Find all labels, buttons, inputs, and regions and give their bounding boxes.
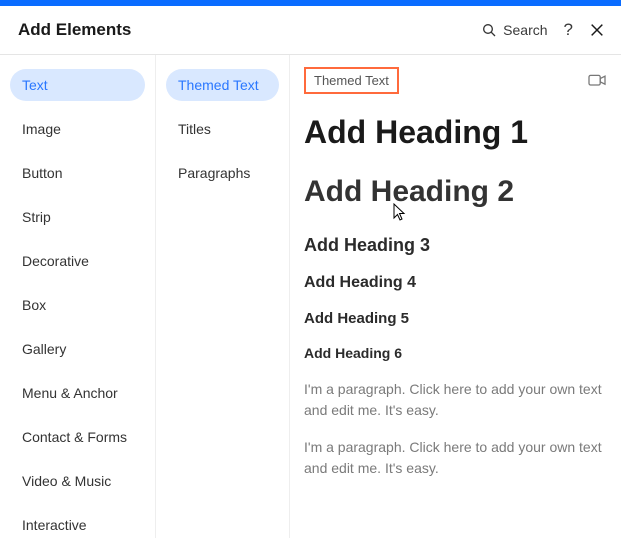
section-label: Themed Text (304, 67, 399, 94)
category-text[interactable]: Text (10, 69, 145, 101)
subcategory-list: Themed Text Titles Paragraphs (156, 55, 290, 538)
category-interactive[interactable]: Interactive (10, 509, 145, 538)
search-icon (481, 22, 497, 38)
element-heading-3[interactable]: Add Heading 3 (304, 235, 607, 256)
subcategory-paragraphs[interactable]: Paragraphs (166, 157, 279, 189)
subcategory-titles[interactable]: Titles (166, 113, 279, 145)
element-paragraph-1[interactable]: I'm a paragraph. Click here to add your … (304, 379, 607, 421)
element-heading-2[interactable]: Add Heading 2 (304, 175, 607, 209)
category-decorative[interactable]: Decorative (10, 245, 145, 277)
element-heading-4[interactable]: Add Heading 4 (304, 274, 607, 292)
category-gallery[interactable]: Gallery (10, 333, 145, 365)
category-image[interactable]: Image (10, 113, 145, 145)
search-button[interactable]: Search (481, 22, 547, 38)
category-list: Text Image Button Strip Decorative Box G… (0, 55, 156, 538)
header-actions: Search ? (481, 20, 605, 40)
panel-body: Text Image Button Strip Decorative Box G… (0, 55, 621, 538)
element-heading-2-text: Add Heading 2 (304, 175, 514, 208)
element-heading-1[interactable]: Add Heading 1 (304, 114, 607, 151)
category-video-music[interactable]: Video & Music (10, 465, 145, 497)
panel-title: Add Elements (18, 20, 131, 40)
element-heading-5[interactable]: Add Heading 5 (304, 310, 607, 327)
category-contact-forms[interactable]: Contact & Forms (10, 421, 145, 453)
help-button[interactable]: ? (564, 20, 573, 40)
panel-header: Add Elements Search ? (0, 6, 621, 55)
element-paragraph-2[interactable]: I'm a paragraph. Click here to add your … (304, 437, 607, 479)
section-header: Themed Text (304, 67, 607, 94)
category-strip[interactable]: Strip (10, 201, 145, 233)
category-button[interactable]: Button (10, 157, 145, 189)
category-box[interactable]: Box (10, 289, 145, 321)
element-heading-6[interactable]: Add Heading 6 (304, 345, 607, 361)
video-help-icon[interactable] (587, 73, 607, 89)
close-button[interactable] (589, 22, 605, 38)
subcategory-themed-text[interactable]: Themed Text (166, 69, 279, 101)
category-menu-anchor[interactable]: Menu & Anchor (10, 377, 145, 409)
elements-preview: Themed Text Add Heading 1 Add Heading 2 … (290, 55, 621, 538)
search-label: Search (503, 22, 547, 38)
